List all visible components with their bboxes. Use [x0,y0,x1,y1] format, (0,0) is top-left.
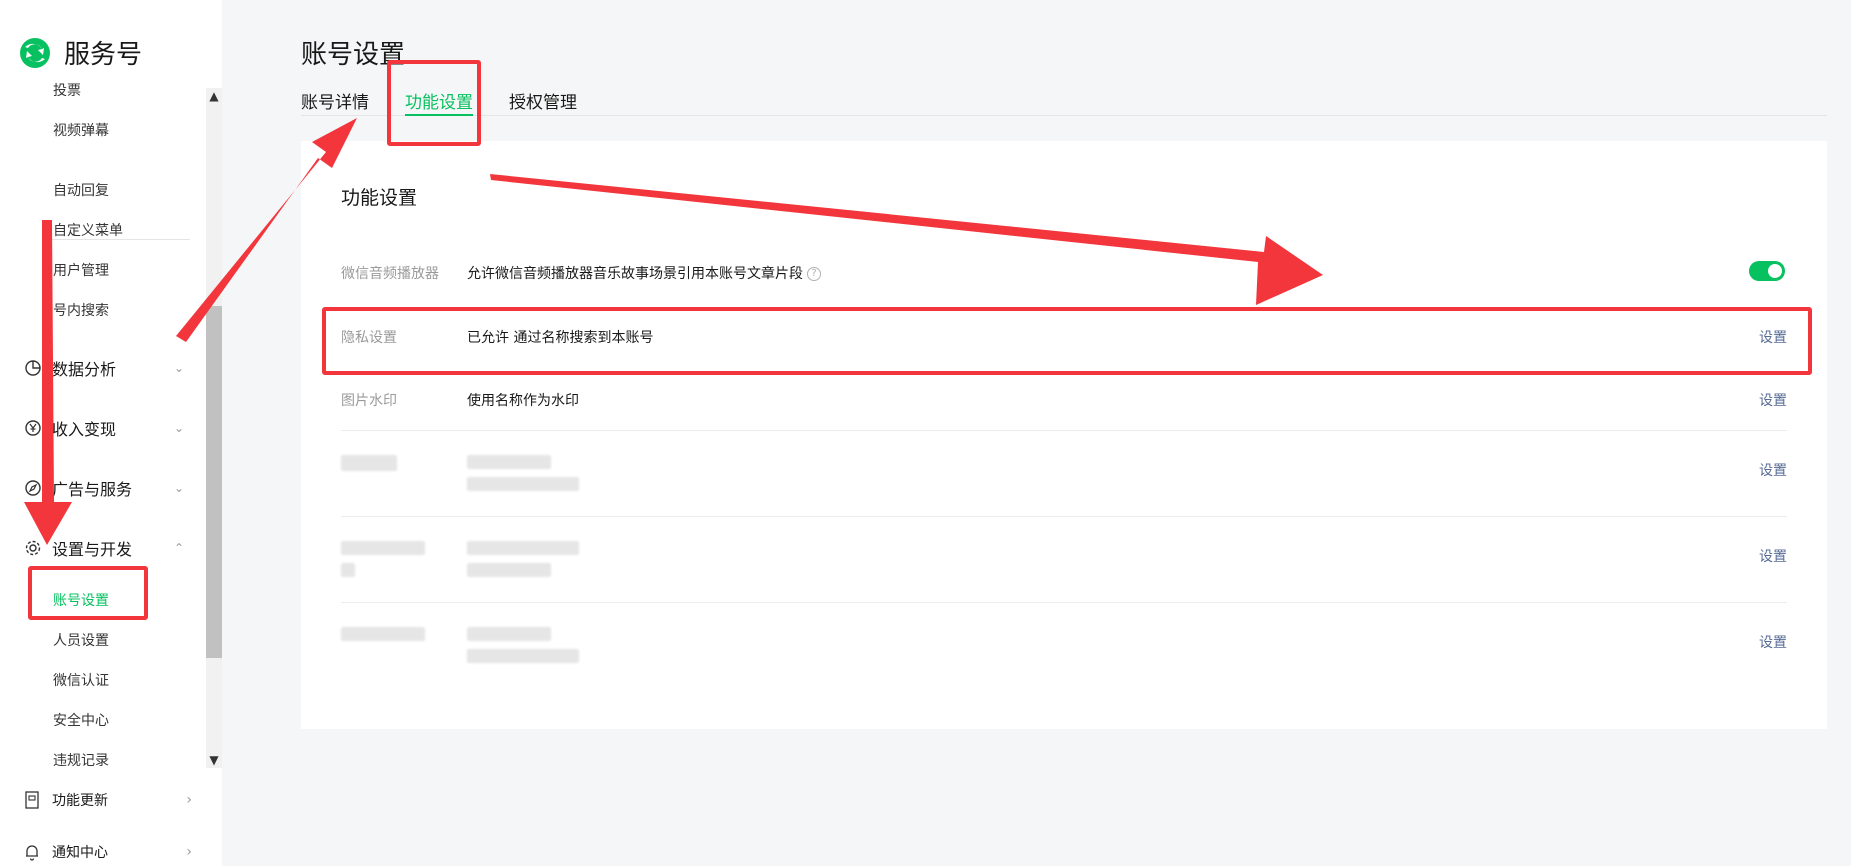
card-title: 功能设置 [341,187,418,209]
tab-authorization-management[interactable]: 授权管理 [509,88,577,116]
sidebar-item-member-settings[interactable]: 人员设置 [53,630,109,650]
row-label-audio-player: 微信音频播放器 [341,266,439,282]
row-6-settings-link[interactable]: 设置 [1759,632,1787,652]
logo-icon [20,37,50,68]
sidebar-group-settings-dev[interactable]: 设置与开发 ⌃ [24,536,184,560]
group-label: 数据分析 [52,360,117,379]
blurred-value [467,649,579,663]
sidebar-item-security-center[interactable]: 安全中心 [53,710,109,730]
row-label-watermark: 图片水印 [341,393,397,409]
blurred-label [341,627,425,641]
row-value-audio-player: 允许微信音频播放器音乐故事场景引用本账号文章片段? [467,263,821,283]
chevron-down-icon: ⌄ [173,361,184,375]
brand[interactable]: 服务号 [18,34,142,71]
blurred-value [467,563,551,577]
sidebar-scrollbar[interactable]: ▲ ▼ [206,88,222,768]
row-4-settings-link[interactable]: 设置 [1759,460,1787,480]
scroll-down-icon[interactable]: ▼ [206,752,222,768]
sidebar-item-custom-menu[interactable]: 自定义菜单 [53,220,123,240]
scroll-up-icon[interactable]: ▲ [206,88,222,104]
brand-name: 服务号 [64,40,143,70]
tab-account-details[interactable]: 账号详情 [301,88,369,116]
chevron-right-icon: › [186,792,192,808]
audio-player-toggle[interactable] [1749,261,1785,281]
sidebar-item-user-management[interactable]: 用户管理 [53,260,109,280]
scroll-thumb[interactable] [206,306,222,658]
chevron-up-icon: ⌃ [173,541,184,555]
annotation-box-tab [387,60,481,146]
sidebar-group-monetization[interactable]: 收入变现 ⌄ [24,416,184,440]
blurred-value [467,477,579,491]
chevron-down-icon: ⌄ [173,421,184,435]
group-label: 设置与开发 [52,540,133,559]
sidebar-item-vote[interactable]: 投票 [53,80,81,100]
bottom-item-label: 功能更新 [52,793,108,809]
blurred-label [341,563,355,577]
blurred-value [467,455,551,469]
help-icon[interactable]: ? [807,267,821,281]
annotation-box-privacy-row [322,307,1812,375]
row-divider [341,430,1787,431]
sidebar-item-in-account-search[interactable]: 号内搜索 [53,300,109,320]
sidebar-nav: 投票 视频弹幕 自动回复 自定义菜单 用户管理 号内搜索 数据分析 ⌄ 收入变现… [0,80,222,768]
sidebar-item-notification-center[interactable]: 通知中心 › [24,842,192,862]
sidebar-item-wechat-verification[interactable]: 微信认证 [53,670,109,690]
watermark-settings-link[interactable]: 设置 [1759,390,1787,410]
sidebar-group-ads-services[interactable]: 广告与服务 ⌄ [24,476,184,500]
sidebar-item-video-danmaku[interactable]: 视频弹幕 [53,120,109,140]
row-5-settings-link[interactable]: 设置 [1759,546,1787,566]
chevron-right-icon: › [186,844,192,860]
blurred-value [467,541,579,555]
feature-settings-card: 功能设置 微信音频播放器 允许微信音频播放器音乐故事场景引用本账号文章片段? 隐… [301,141,1827,729]
blurred-label [341,541,425,555]
sidebar-item-auto-reply[interactable]: 自动回复 [53,180,109,200]
tab-bar: 账号详情 功能设置 授权管理 [301,88,1827,116]
sidebar-item-violation-records[interactable]: 违规记录 [53,750,109,768]
row-divider [341,516,1787,517]
sidebar-group-data-analysis[interactable]: 数据分析 ⌄ [24,356,184,380]
gear-icon [25,540,41,556]
audio-player-description: 允许微信音频播放器音乐故事场景引用本账号文章片段 [467,266,803,282]
yen-icon [25,420,41,436]
compass-icon [25,480,41,496]
row-value-watermark: 使用名称作为水印 [467,393,579,409]
blurred-label [341,455,397,471]
sidebar: 服务号 投票 视频弹幕 自动回复 自定义菜单 用户管理 号内搜索 数据分析 ⌄ … [0,0,222,866]
group-label: 收入变现 [52,420,117,439]
row-divider [341,602,1787,603]
toggle-knob [1768,264,1782,278]
sidebar-item-feature-updates[interactable]: 功能更新 › [24,790,192,810]
bottom-item-label: 通知中心 [52,845,108,861]
blurred-value [467,627,551,641]
chart-icon [25,360,41,376]
notebook-icon [25,791,39,809]
chevron-down-icon: ⌄ [173,481,184,495]
annotation-box-account-settings [28,566,148,620]
group-label: 广告与服务 [52,480,133,499]
bell-icon [26,845,38,861]
